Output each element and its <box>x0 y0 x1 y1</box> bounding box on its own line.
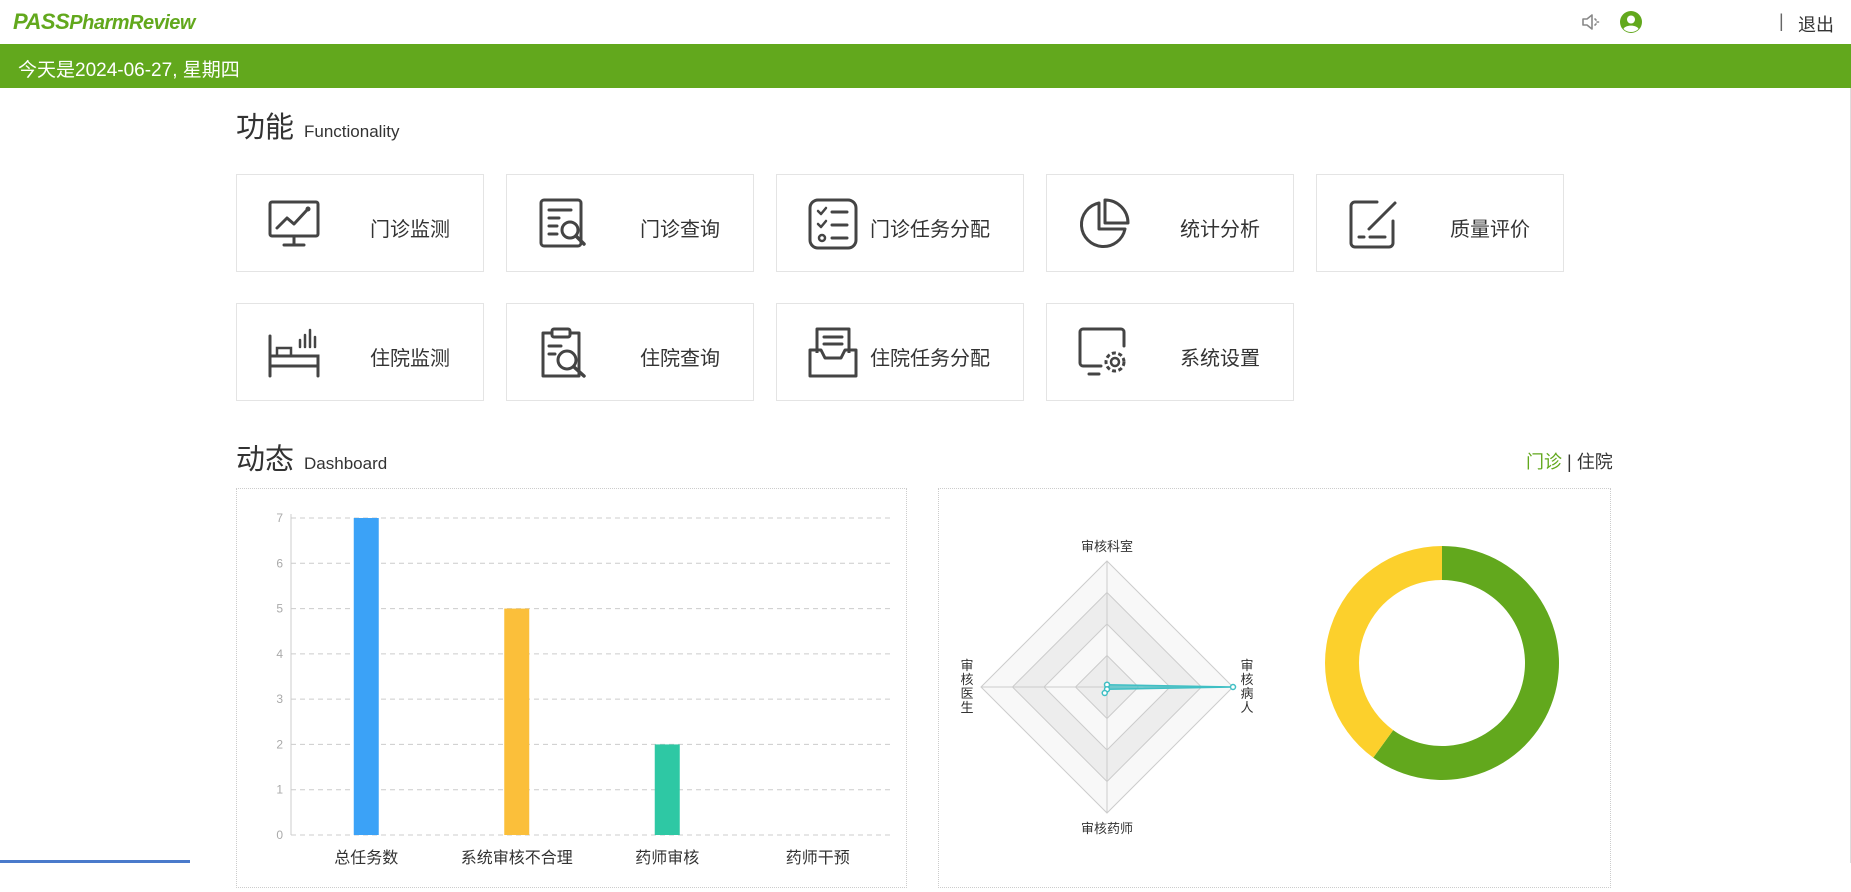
card-settings[interactable]: 系统设置 <box>1046 303 1294 401</box>
y-tick-label: 3 <box>276 692 283 706</box>
document-search-icon <box>539 198 586 248</box>
radar-point[interactable] <box>1229 683 1237 691</box>
bed-chart-icon <box>268 328 320 378</box>
y-tick-label: 5 <box>276 602 283 616</box>
bar[interactable] <box>654 744 680 835</box>
x-tick-label: 药师干预 <box>786 849 850 867</box>
card-outpatient-query[interactable]: 门诊查询 <box>506 174 754 272</box>
radar-label: 审核科室 <box>1081 539 1133 554</box>
radar-point[interactable] <box>1101 689 1108 697</box>
radar-chart: 审核科室审核药师 审核病人 审核医生 <box>960 539 1559 836</box>
y-tick-label: 1 <box>276 783 283 797</box>
card-label: 住院监测 <box>370 348 450 370</box>
card-quality[interactable]: 质量评价 <box>1316 174 1564 272</box>
toggle-outpatient[interactable]: 门诊 <box>1526 452 1562 472</box>
card-inpatient-monitor[interactable]: 住院监测 <box>236 303 484 401</box>
card-inpatient-task[interactable]: 住院任务分配 <box>776 303 1024 401</box>
bar[interactable] <box>504 608 530 835</box>
card-label: 质量评价 <box>1450 219 1530 241</box>
bar-chart-panel: 0 1 2 3 4 5 6 7 总任务数 系统审核不合理 药师审核 药师干预 <box>236 488 907 888</box>
card-label: 门诊查询 <box>640 219 720 241</box>
card-label: 门诊任务分配 <box>870 219 990 241</box>
card-inpatient-query[interactable]: 住院查询 <box>506 303 754 401</box>
y-tick-label: 2 <box>276 737 283 751</box>
card-label: 门诊监测 <box>370 219 450 241</box>
card-label: 住院任务分配 <box>870 348 990 370</box>
x-tick-label: 系统审核不合理 <box>461 849 573 867</box>
speaker-mute-icon[interactable] <box>1580 10 1604 34</box>
y-tick-label: 4 <box>276 647 283 661</box>
y-tick-label: 6 <box>276 556 283 570</box>
edit-square-icon <box>1349 200 1397 249</box>
x-tick-label: 总任务数 <box>334 849 398 867</box>
radar-label: 审核病人 <box>1240 658 1253 715</box>
logout-link[interactable]: 退出 <box>1798 11 1834 37</box>
card-outpatient-task[interactable]: 门诊任务分配 <box>776 174 1024 272</box>
monitor-chart-icon <box>268 200 320 247</box>
card-label: 统计分析 <box>1180 219 1260 241</box>
card-outpatient-monitor[interactable]: 门诊监测 <box>236 174 484 272</box>
dashboard-toggle: 门诊 | 住院 <box>1526 452 1613 472</box>
clipboard-search-icon <box>541 327 586 378</box>
top-bar: PASSPharmReview | 退出 <box>0 0 1851 44</box>
inbox-tray-icon <box>808 327 858 378</box>
radar-label: 审核医生 <box>960 658 973 715</box>
dashboard-title: 动态 Dashboard <box>236 444 388 476</box>
donut-slice[interactable] <box>1325 546 1442 758</box>
header-separator: | <box>1779 11 1784 31</box>
checklist-icon <box>808 198 858 250</box>
pie-chart-icon <box>1079 198 1130 249</box>
radar-donut-panel: 审核科室审核药师 审核病人 审核医生 <box>938 488 1611 888</box>
bar-chart: 0 1 2 3 4 5 6 7 总任务数 系统审核不合理 药师审核 药师干预 <box>276 511 893 867</box>
functionality-title: 功能 Functionality <box>236 112 400 144</box>
card-label: 住院查询 <box>640 348 720 370</box>
app-logo: PASSPharmReview <box>13 9 195 34</box>
screen-gear-icon <box>1078 327 1126 376</box>
date-text: 今天是2024-06-27, 星期四 <box>18 60 240 81</box>
user-icon[interactable] <box>1619 10 1643 34</box>
y-tick-label: 0 <box>276 828 283 842</box>
radar-label: 审核药师 <box>1081 821 1133 836</box>
y-tick-label: 7 <box>276 511 283 525</box>
card-label: 系统设置 <box>1180 348 1260 370</box>
date-bar: 今天是2024-06-27, 星期四 <box>0 44 1851 88</box>
x-tick-label: 药师审核 <box>635 849 699 867</box>
toggle-inpatient[interactable]: 住院 <box>1577 452 1613 472</box>
card-statistics[interactable]: 统计分析 <box>1046 174 1294 272</box>
bar[interactable] <box>353 518 379 835</box>
